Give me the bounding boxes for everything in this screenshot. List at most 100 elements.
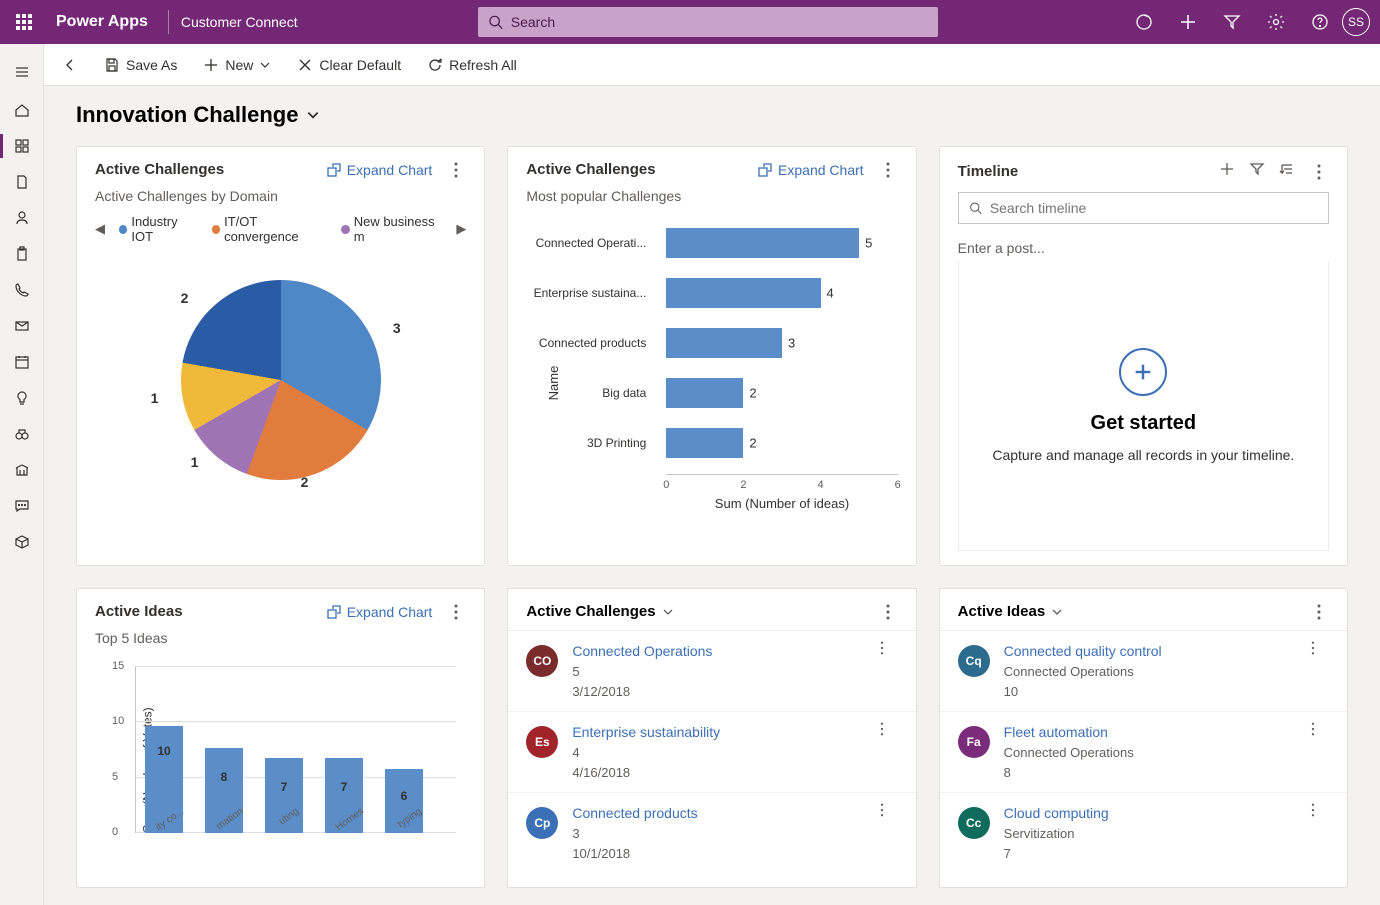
clear-default-button[interactable]: Clear Default <box>287 47 411 83</box>
app-launcher[interactable] <box>0 0 48 44</box>
list-item[interactable]: Fa Fleet automation Connected Operations… <box>940 712 1347 793</box>
hbar-row: Enterprise sustaina... 4 <box>666 268 897 318</box>
hbar-label: Big data <box>526 386 656 400</box>
list-item-menu[interactable] <box>880 722 898 741</box>
list-item[interactable]: Cc Cloud computing Servitization 7 <box>940 793 1347 873</box>
nav-clipboard[interactable] <box>0 236 44 272</box>
vbar-value: 8 <box>221 770 228 784</box>
list-item-title[interactable]: Cloud computing <box>1004 803 1297 824</box>
chart-subtitle: Most popular Challenges <box>526 188 897 204</box>
list-item[interactable]: Cp Connected products 3 10/1/2018 <box>508 793 915 873</box>
card-menu[interactable] <box>446 162 466 178</box>
global-search[interactable] <box>478 7 938 37</box>
expand-chart-button[interactable]: Expand Chart <box>327 604 433 620</box>
environment-name[interactable]: Customer Connect <box>181 14 298 30</box>
expand-icon <box>327 163 341 177</box>
list-title-dropdown[interactable]: Active Ideas <box>958 603 1064 620</box>
add-icon[interactable] <box>1166 0 1210 44</box>
card-menu[interactable] <box>878 162 898 178</box>
legend-prev[interactable]: ◀ <box>95 221 105 237</box>
nav-toggle[interactable] <box>0 52 44 92</box>
list-item-line2: 5 <box>572 662 865 682</box>
save-as-button[interactable]: Save As <box>94 47 187 83</box>
timeline-search[interactable] <box>958 192 1329 224</box>
expand-label: Expand Chart <box>347 604 433 620</box>
expand-chart-button[interactable]: Expand Chart <box>327 162 433 178</box>
nav-phone[interactable] <box>0 272 44 308</box>
pie-label: 3 <box>393 320 401 336</box>
chevron-down-icon <box>259 59 271 71</box>
legend-item-2[interactable]: New business m <box>341 214 442 244</box>
list-item[interactable]: CO Connected Operations 5 3/12/2018 <box>508 631 915 712</box>
nav-contact[interactable] <box>0 200 44 236</box>
list-item-menu[interactable] <box>1311 722 1329 741</box>
timeline-search-input[interactable] <box>990 200 1318 216</box>
hbar-label: Enterprise sustaina... <box>526 286 656 300</box>
list-item[interactable]: Cq Connected quality control Connected O… <box>940 631 1347 712</box>
nav-binoculars[interactable] <box>0 416 44 452</box>
nav-home[interactable] <box>0 92 44 128</box>
card-vbar-ideas: Active Ideas Expand Chart Top 5 Ideas Su… <box>76 588 485 888</box>
timeline-add-record[interactable] <box>1119 348 1167 396</box>
timeline-add[interactable] <box>1219 161 1235 182</box>
plus-icon <box>203 57 219 73</box>
expand-chart-button[interactable]: Expand Chart <box>758 162 864 178</box>
timeline-filter[interactable] <box>1249 161 1265 182</box>
help-icon[interactable] <box>1298 0 1342 44</box>
nav-document[interactable] <box>0 164 44 200</box>
card-pie-challenges: Active Challenges Expand Chart Active Ch… <box>76 146 485 566</box>
list-item-menu[interactable] <box>880 641 898 660</box>
nav-calendar[interactable] <box>0 344 44 380</box>
card-menu[interactable] <box>1309 604 1329 620</box>
nav-idea[interactable] <box>0 380 44 416</box>
list-item-line2: 3 <box>572 824 865 844</box>
timeline-sort[interactable] <box>1279 161 1295 182</box>
vbar-item: 10 ity co... <box>145 726 183 833</box>
legend-item-0[interactable]: Industry IOT <box>119 214 198 244</box>
list-item-title[interactable]: Connected quality control <box>1004 641 1297 662</box>
refresh-all-button[interactable]: Refresh All <box>417 47 527 83</box>
list-item-line3: 7 <box>1004 844 1297 864</box>
list-item[interactable]: Es Enterprise sustainability 4 4/16/2018 <box>508 712 915 793</box>
new-button[interactable]: New <box>193 47 281 83</box>
list-avatar: CO <box>526 645 558 677</box>
global-search-input[interactable] <box>511 14 928 30</box>
back-button[interactable] <box>52 47 88 83</box>
enter-post[interactable]: Enter a post... <box>958 234 1329 262</box>
user-avatar[interactable]: SS <box>1342 8 1370 36</box>
list-item-menu[interactable] <box>1311 803 1329 822</box>
list-item-line3: 8 <box>1004 763 1297 783</box>
filter-icon[interactable] <box>1210 0 1254 44</box>
list-item-menu[interactable] <box>1311 641 1329 660</box>
legend-next[interactable]: ▶ <box>456 221 466 237</box>
list-item-title[interactable]: Connected products <box>572 803 865 824</box>
list-item-title[interactable]: Enterprise sustainability <box>572 722 865 743</box>
chevron-down-icon <box>1051 606 1063 618</box>
nav-chat[interactable] <box>0 488 44 524</box>
card-menu[interactable] <box>446 604 466 620</box>
xaxis-title: Sum (Number of ideas) <box>666 496 897 511</box>
settings-icon[interactable] <box>1254 0 1298 44</box>
list-title-dropdown[interactable]: Active Challenges <box>526 603 673 620</box>
list-item-line3: 3/12/2018 <box>572 682 865 702</box>
list-item-title[interactable]: Fleet automation <box>1004 722 1297 743</box>
refresh-all-label: Refresh All <box>449 57 517 73</box>
search-icon <box>969 201 982 215</box>
page-title-dropdown[interactable]: Innovation Challenge <box>76 102 1348 128</box>
vbar-value: 7 <box>341 780 348 794</box>
clear-default-label: Clear Default <box>319 57 401 73</box>
card-title: Active Challenges <box>95 161 224 178</box>
pie-chart: 3 2 1 1 2 <box>181 280 381 480</box>
search-icon <box>488 14 503 30</box>
card-menu[interactable] <box>878 604 898 620</box>
list-item-line2: Servitization <box>1004 824 1297 844</box>
nav-institution[interactable] <box>0 452 44 488</box>
card-menu[interactable] <box>1309 164 1329 180</box>
list-item-title[interactable]: Connected Operations <box>572 641 865 662</box>
legend-item-1[interactable]: IT/OT convergence <box>212 214 328 244</box>
nav-dashboard[interactable] <box>0 128 44 164</box>
list-item-menu[interactable] <box>880 803 898 822</box>
nav-package[interactable] <box>0 524 44 560</box>
nav-mail[interactable] <box>0 308 44 344</box>
activity-icon[interactable] <box>1122 0 1166 44</box>
